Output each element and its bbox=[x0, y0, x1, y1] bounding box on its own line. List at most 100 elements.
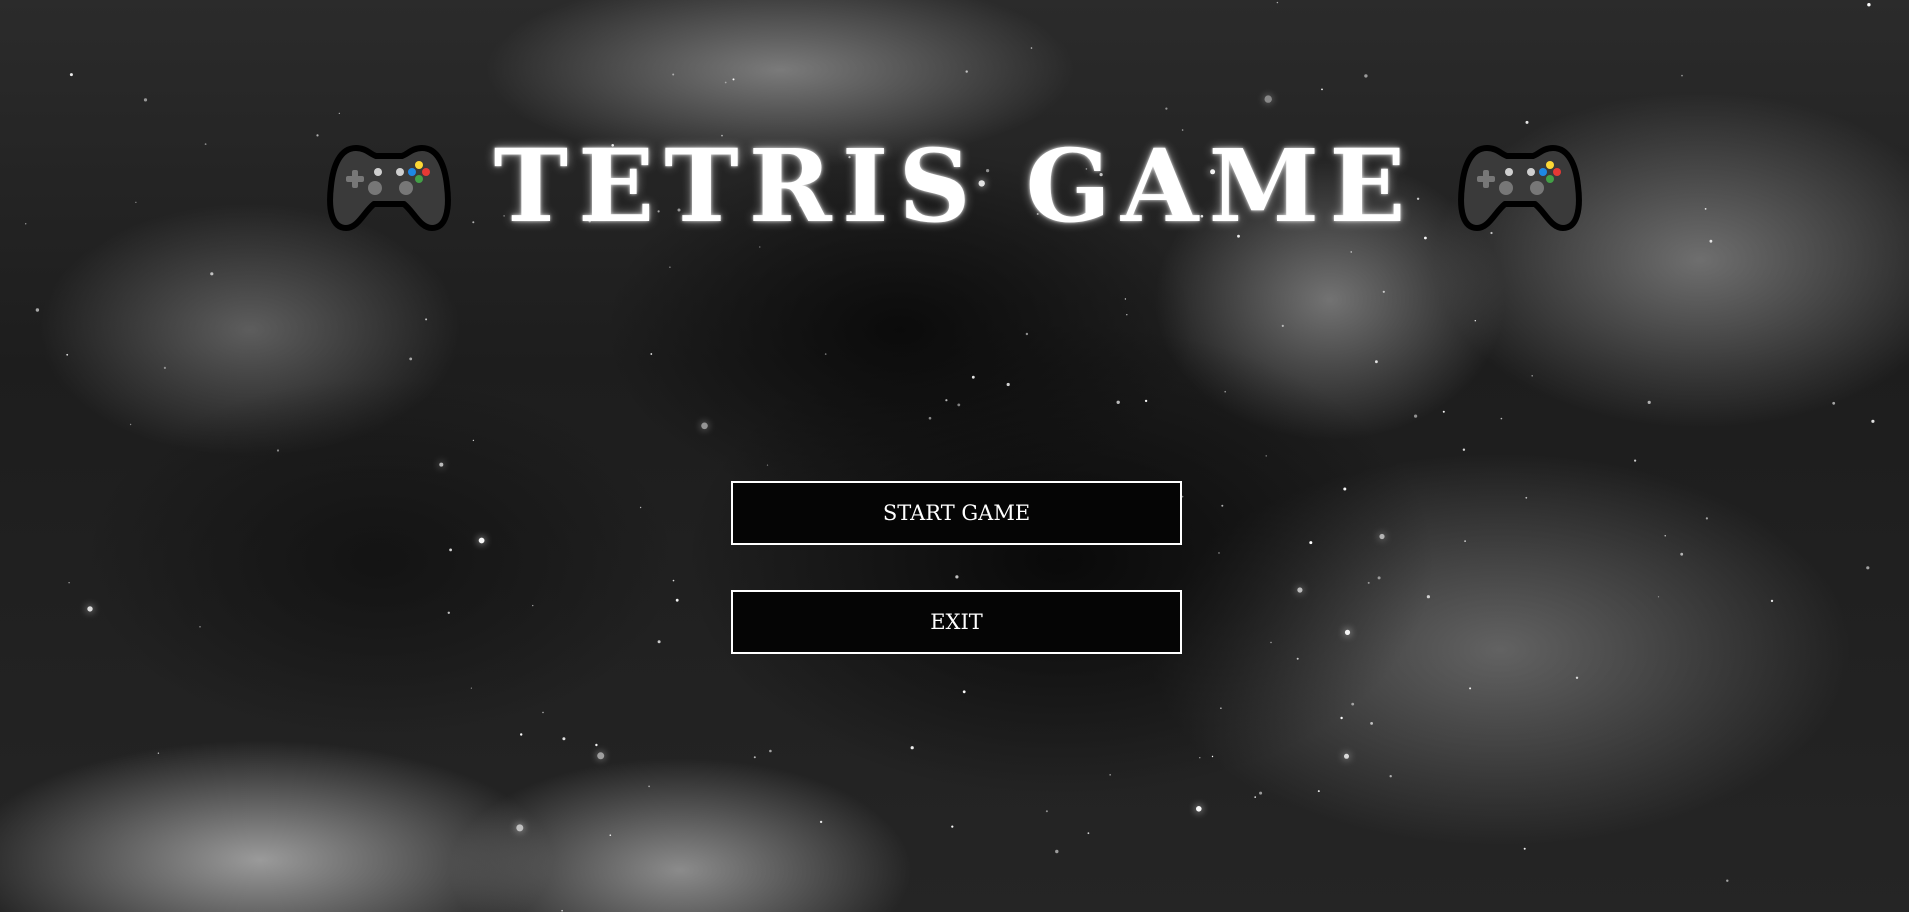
star bbox=[1382, 290, 1385, 293]
star bbox=[1264, 95, 1272, 103]
star bbox=[1343, 487, 1347, 491]
star bbox=[1221, 504, 1224, 507]
star bbox=[1259, 791, 1263, 795]
star bbox=[1474, 320, 1477, 322]
star bbox=[1350, 251, 1352, 253]
star bbox=[1344, 629, 1351, 636]
star bbox=[1525, 120, 1529, 124]
star bbox=[701, 422, 708, 430]
star bbox=[951, 825, 954, 828]
star bbox=[753, 756, 756, 759]
star bbox=[1087, 832, 1090, 835]
star bbox=[732, 78, 735, 81]
star bbox=[1680, 552, 1684, 556]
star bbox=[928, 416, 932, 420]
star bbox=[276, 449, 280, 452]
star bbox=[957, 403, 961, 407]
star bbox=[1124, 298, 1127, 300]
star bbox=[769, 749, 772, 753]
star bbox=[1006, 382, 1010, 387]
star bbox=[1109, 774, 1111, 776]
star bbox=[724, 81, 727, 84]
star bbox=[1364, 74, 1368, 78]
star bbox=[945, 399, 948, 402]
star bbox=[1254, 796, 1256, 798]
star bbox=[532, 604, 534, 607]
star bbox=[129, 423, 132, 426]
star bbox=[1317, 790, 1320, 793]
star bbox=[338, 112, 340, 114]
star bbox=[609, 834, 612, 836]
star bbox=[409, 357, 413, 361]
star bbox=[1664, 535, 1666, 537]
star bbox=[639, 506, 642, 509]
star bbox=[1370, 722, 1373, 725]
star bbox=[163, 366, 166, 369]
star bbox=[650, 353, 653, 355]
star bbox=[819, 820, 823, 824]
star bbox=[562, 737, 566, 741]
star bbox=[1709, 239, 1713, 243]
star bbox=[597, 752, 605, 760]
star bbox=[657, 640, 661, 644]
star bbox=[669, 266, 671, 268]
exit-button[interactable]: EXIT bbox=[731, 590, 1182, 654]
star bbox=[971, 375, 975, 379]
star bbox=[1647, 400, 1651, 404]
star bbox=[470, 687, 472, 689]
star bbox=[1055, 849, 1059, 854]
star bbox=[157, 752, 160, 754]
star bbox=[1469, 687, 1472, 690]
gamepad-icon bbox=[326, 145, 451, 231]
star bbox=[1424, 236, 1427, 240]
star bbox=[1389, 775, 1392, 778]
star bbox=[210, 272, 214, 276]
star bbox=[1025, 332, 1029, 336]
star bbox=[1414, 414, 1418, 418]
star bbox=[1030, 47, 1033, 49]
star bbox=[1276, 1, 1279, 4]
title-row: TETRIS GAME bbox=[0, 136, 1909, 236]
star bbox=[425, 318, 428, 321]
star bbox=[66, 353, 69, 356]
star bbox=[910, 746, 914, 750]
start-game-button[interactable]: START GAME bbox=[731, 481, 1182, 545]
star bbox=[1116, 400, 1120, 404]
star bbox=[449, 548, 452, 552]
star bbox=[143, 98, 148, 102]
star bbox=[447, 611, 450, 614]
star bbox=[561, 909, 563, 912]
star bbox=[1297, 587, 1303, 593]
star bbox=[766, 464, 769, 466]
star bbox=[1321, 88, 1323, 91]
star bbox=[1375, 360, 1378, 364]
star bbox=[1531, 375, 1533, 377]
star bbox=[1523, 847, 1526, 850]
game-title: TETRIS GAME bbox=[493, 127, 1416, 245]
star bbox=[1832, 401, 1836, 405]
star bbox=[1309, 541, 1313, 545]
star bbox=[1367, 581, 1370, 584]
star bbox=[1426, 595, 1430, 599]
star bbox=[1281, 324, 1284, 327]
star bbox=[1220, 707, 1222, 709]
star bbox=[1270, 641, 1272, 644]
star bbox=[520, 733, 523, 736]
star bbox=[648, 785, 650, 788]
star bbox=[1770, 599, 1774, 603]
star bbox=[1705, 517, 1708, 520]
star bbox=[516, 824, 524, 832]
star bbox=[1657, 596, 1660, 598]
star bbox=[1871, 419, 1875, 423]
star bbox=[962, 690, 966, 694]
star bbox=[199, 626, 201, 628]
star bbox=[1165, 107, 1168, 110]
star bbox=[1681, 74, 1683, 77]
star bbox=[672, 73, 675, 76]
star bbox=[1199, 757, 1201, 759]
star bbox=[759, 246, 761, 248]
star bbox=[1196, 806, 1202, 812]
star bbox=[1464, 540, 1466, 542]
star bbox=[1224, 390, 1226, 393]
star bbox=[1726, 879, 1729, 882]
